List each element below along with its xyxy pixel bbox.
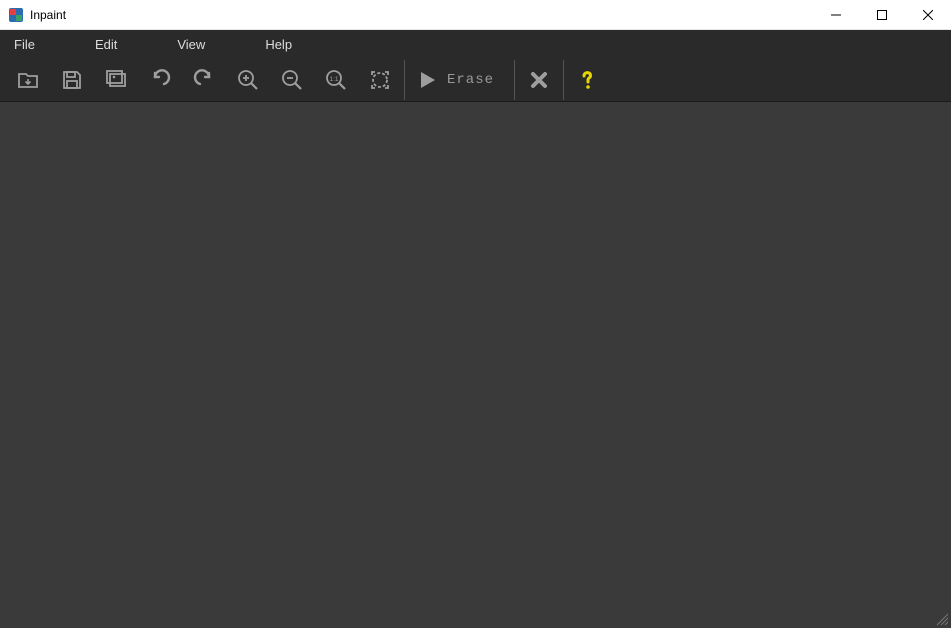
zoom-in-icon — [236, 68, 260, 92]
open-button[interactable] — [6, 60, 50, 100]
close-button[interactable] — [905, 0, 951, 29]
window-controls — [813, 0, 951, 29]
maximize-button[interactable] — [859, 0, 905, 29]
window-title: Inpaint — [30, 8, 66, 22]
save-floppy-icon — [60, 68, 84, 92]
zoom-fit-icon — [368, 68, 392, 92]
question-icon — [576, 68, 600, 92]
toolbar: 1:1 Erase — [0, 58, 951, 102]
zoom-out-button[interactable] — [270, 60, 314, 100]
open-folder-icon — [16, 68, 40, 92]
titlebar: Inpaint — [0, 0, 951, 30]
play-icon — [415, 68, 439, 92]
undo-button[interactable] — [138, 60, 182, 100]
resize-grip-icon[interactable] — [935, 612, 949, 626]
help-button[interactable] — [566, 60, 610, 100]
minimize-button[interactable] — [813, 0, 859, 29]
zoom-1to1-icon: 1:1 — [324, 68, 348, 92]
toolbar-separator — [404, 60, 405, 100]
menu-file[interactable]: File — [4, 33, 45, 56]
menu-help[interactable]: Help — [255, 33, 302, 56]
zoom-out-icon — [280, 68, 304, 92]
menu-edit[interactable]: Edit — [85, 33, 127, 56]
images-stack-icon — [104, 68, 128, 92]
redo-icon — [192, 68, 216, 92]
paste-image-button[interactable] — [94, 60, 138, 100]
erase-button[interactable]: Erase — [407, 60, 512, 100]
x-icon — [527, 68, 551, 92]
cancel-button[interactable] — [517, 60, 561, 100]
menubar: File Edit View Help — [0, 30, 951, 58]
app-icon — [8, 7, 24, 23]
zoom-actual-button[interactable]: 1:1 — [314, 60, 358, 100]
erase-label: Erase — [447, 72, 494, 88]
save-button[interactable] — [50, 60, 94, 100]
zoom-in-button[interactable] — [226, 60, 270, 100]
undo-icon — [148, 68, 172, 92]
svg-text:1:1: 1:1 — [329, 76, 338, 83]
zoom-fit-button[interactable] — [358, 60, 402, 100]
toolbar-separator — [563, 60, 564, 100]
redo-button[interactable] — [182, 60, 226, 100]
toolbar-separator — [514, 60, 515, 100]
canvas-area[interactable] — [0, 102, 951, 628]
menu-view[interactable]: View — [167, 33, 215, 56]
